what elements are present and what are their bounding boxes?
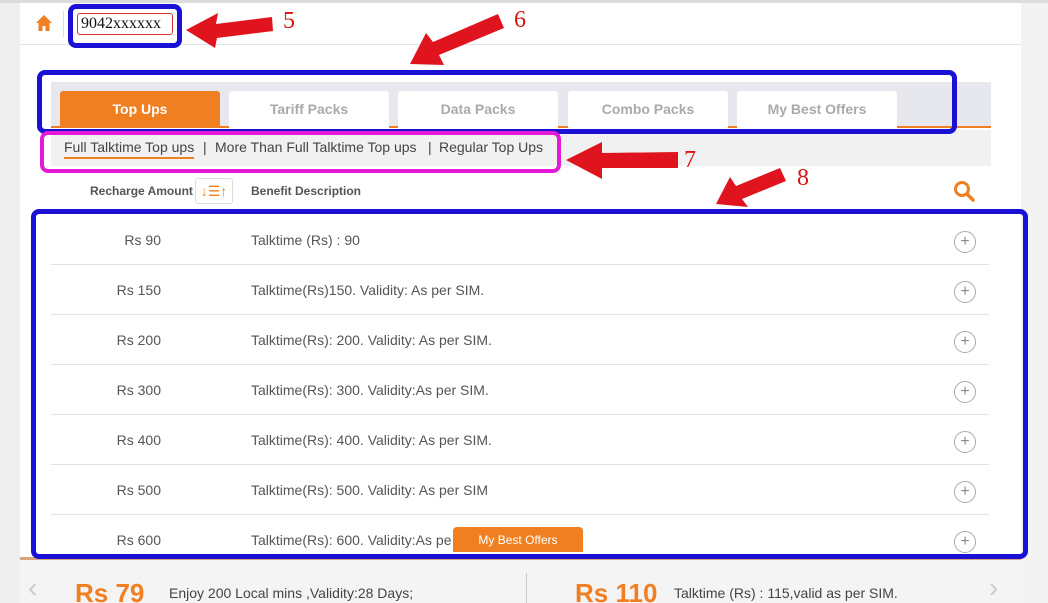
annotation-number-7: 7 xyxy=(684,147,696,173)
annotation-number-8: 8 xyxy=(797,165,809,191)
annotation-arrows xyxy=(186,13,786,207)
annotation-number-5: 5 xyxy=(283,8,295,34)
annotation-number-6: 6 xyxy=(514,7,526,33)
